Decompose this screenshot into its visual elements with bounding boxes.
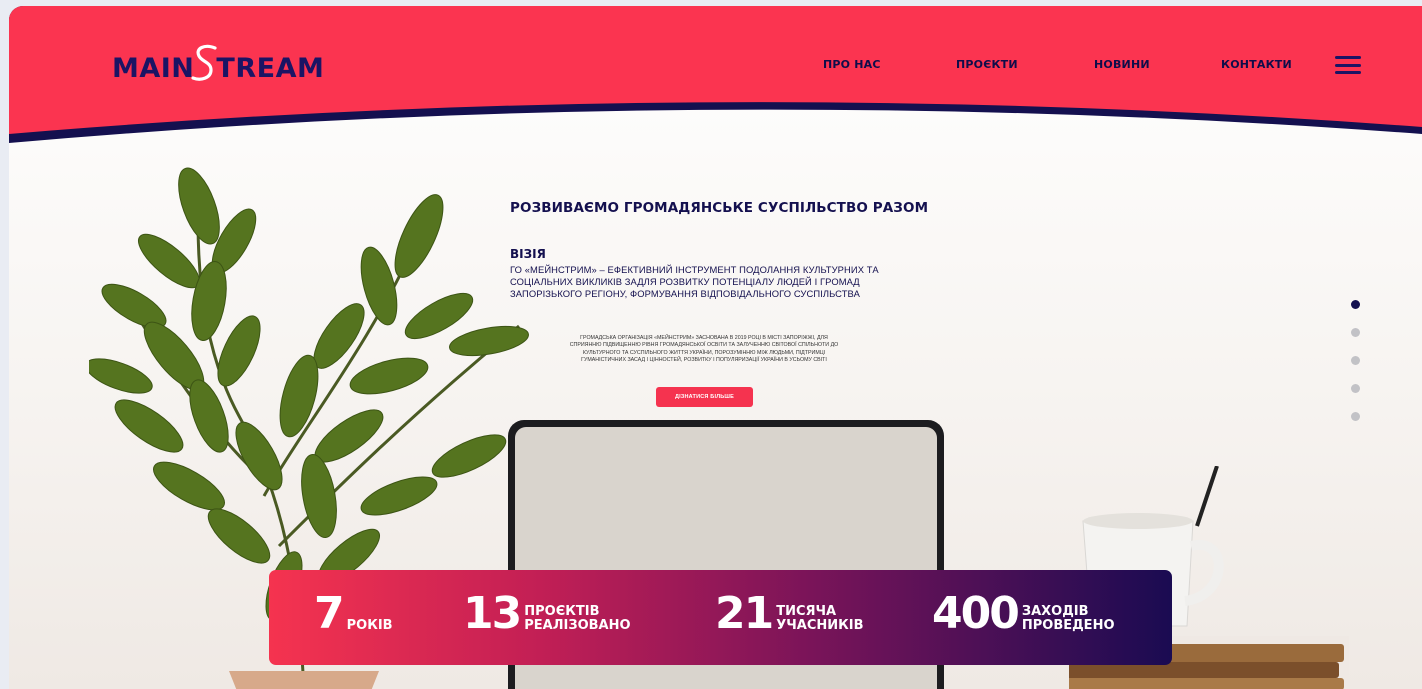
- slider-dot-1[interactable]: [1351, 300, 1360, 309]
- nav-contacts[interactable]: КОНТАКТИ: [1221, 58, 1292, 71]
- stat-events: 400 ЗАХОДІВ ПРОВЕДЕНО: [932, 588, 1115, 639]
- stat-label: ТИСЯЧА УЧАСНИКІВ: [776, 605, 863, 633]
- nav-about[interactable]: ПРО НАС: [823, 58, 881, 71]
- stat-number: 21: [715, 588, 774, 639]
- stat-projects: 13 ПРОЄКТІВ РЕАЛІЗОВАНО: [463, 588, 631, 639]
- stat-label-line: ПРОВЕДЕНО: [1021, 618, 1115, 633]
- slider-dot-3[interactable]: [1351, 356, 1360, 365]
- slider-dot-5[interactable]: [1351, 412, 1360, 421]
- stat-label-line: ПРОЄКТІВ: [524, 604, 600, 619]
- nav-news[interactable]: НОВИНИ: [1094, 58, 1150, 71]
- stat-number: 13: [463, 588, 522, 639]
- stat-number: 7: [314, 588, 345, 639]
- main-nav: ПРО НАС ПРОЄКТИ НОВИНИ КОНТАКТИ: [9, 58, 1422, 78]
- learn-more-button[interactable]: ДІЗНАТИСЯ БІЛЬШЕ: [656, 387, 753, 407]
- nav-projects[interactable]: ПРОЄКТИ: [956, 58, 1018, 71]
- stat-years: 7 РОКІВ: [314, 588, 393, 639]
- stat-label-line: РЕАЛІЗОВАНО: [524, 618, 631, 633]
- stat-label-line: ТИСЯЧА: [776, 604, 837, 619]
- vision-title: ВІЗІЯ: [510, 247, 546, 261]
- slider-dot-2[interactable]: [1351, 328, 1360, 337]
- hamburger-icon[interactable]: [1335, 56, 1361, 74]
- slider-dots: [1351, 300, 1363, 440]
- stat-participants: 21 ТИСЯЧА УЧАСНИКІВ: [715, 588, 864, 639]
- stat-label-line: УЧАСНИКІВ: [776, 618, 864, 633]
- about-text: ГРОМАДСЬКА ОРГАНІЗАЦІЯ «МЕЙНСТРИМ» ЗАСНО…: [569, 335, 839, 363]
- stats-bar: 7 РОКІВ 13 ПРОЄКТІВ РЕАЛІЗОВАНО 21 ТИСЯЧ…: [269, 570, 1172, 665]
- vision-text: ГО «МЕЙНСТРИМ» – ЕФЕКТИВНИЙ ІНСТРУМЕНТ П…: [510, 264, 879, 299]
- page-frame: MAIN TREAM ПРО НАС ПРОЄКТИ НОВИНИ КОНТАК…: [9, 6, 1422, 689]
- stat-label-line: РОКІВ: [346, 618, 393, 633]
- stat-label-line: ЗАХОДІВ: [1021, 604, 1089, 619]
- stat-number: 400: [932, 588, 1020, 639]
- site-header: MAIN TREAM ПРО НАС ПРОЄКТИ НОВИНИ КОНТАК…: [9, 6, 1422, 156]
- slider-dot-4[interactable]: [1351, 384, 1360, 393]
- stat-label: ПРОЄКТІВ РЕАЛІЗОВАНО: [524, 605, 630, 633]
- hero-title: РОЗВИВАЄМО ГРОМАДЯНСЬКЕ СУСПІЛЬСТВО РАЗО…: [510, 200, 929, 216]
- stat-label: РОКІВ: [347, 619, 393, 633]
- stat-label: ЗАХОДІВ ПРОВЕДЕНО: [1022, 605, 1115, 633]
